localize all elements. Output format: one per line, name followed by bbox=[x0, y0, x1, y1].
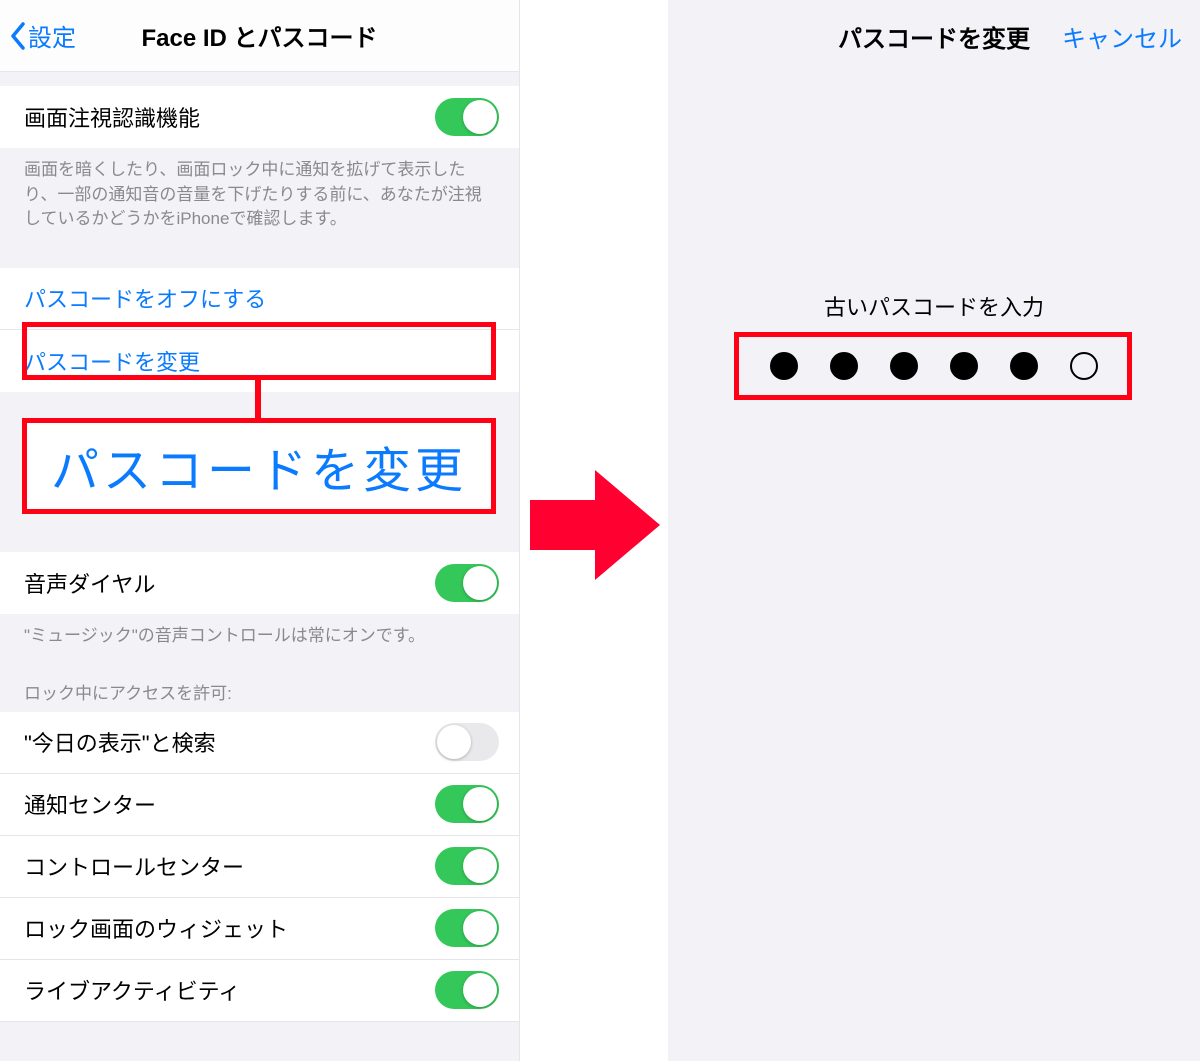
annotation-spacer bbox=[0, 392, 519, 552]
passcode-dot bbox=[950, 352, 978, 380]
voice-dial-cell[interactable]: 音声ダイヤル bbox=[0, 552, 519, 614]
lock-item-label: "今日の表示"と検索 bbox=[24, 726, 216, 758]
passcode-off-button[interactable]: パスコードをオフにする bbox=[0, 268, 519, 330]
lock-item-live-activities[interactable]: ライブアクティビティ bbox=[0, 960, 519, 1022]
page-title: Face ID とパスコード bbox=[0, 18, 519, 53]
arrow-right-icon bbox=[530, 470, 660, 580]
lock-item-label: ロック画面のウィジェット bbox=[24, 912, 288, 944]
lock-item-control-center[interactable]: コントロールセンター bbox=[0, 836, 519, 898]
settings-screen-left: 設定 Face ID とパスコード 画面注視認識機能 画面を暗くしたり、画面ロッ… bbox=[0, 0, 520, 1061]
lock-item-notification-center[interactable]: 通知センター bbox=[0, 774, 519, 836]
lock-item-label: 通知センター bbox=[24, 788, 156, 820]
passcode-dot bbox=[1010, 352, 1038, 380]
lock-item-toggle[interactable] bbox=[435, 971, 499, 1009]
passcode-dot bbox=[1070, 352, 1098, 380]
passcode-off-label: パスコードをオフにする bbox=[24, 282, 266, 314]
navbar-right: パスコードを変更 キャンセル bbox=[668, 0, 1200, 72]
navbar: 設定 Face ID とパスコード bbox=[0, 0, 519, 72]
passcode-group: パスコードをオフにする パスコードを変更 bbox=[0, 268, 519, 392]
back-label: 設定 bbox=[28, 18, 76, 53]
lock-item-label: ライブアクティビティ bbox=[24, 974, 240, 1006]
passcode-dot bbox=[890, 352, 918, 380]
lock-access-group: "今日の表示"と検索 通知センター コントロールセンター ロック画面のウィジェッ… bbox=[0, 712, 519, 1022]
chevron-left-icon bbox=[10, 22, 26, 50]
voice-dial-footer: "ミュージック"の音声コントロールは常にオンです。 bbox=[0, 614, 519, 657]
passcode-prompt: 古いパスコードを入力 bbox=[668, 290, 1200, 322]
lock-item-toggle[interactable] bbox=[435, 909, 499, 947]
passcode-dots bbox=[668, 352, 1200, 380]
passcode-dot bbox=[770, 352, 798, 380]
attention-footer: 画面を暗くしたり、画面ロック中に通知を拡げて表示したり、一部の通知音の音量を下げ… bbox=[0, 148, 519, 240]
lock-item-toggle[interactable] bbox=[435, 785, 499, 823]
lock-item-lockscreen-widgets[interactable]: ロック画面のウィジェット bbox=[0, 898, 519, 960]
cancel-label: キャンセル bbox=[1062, 26, 1182, 53]
lock-item-toggle[interactable] bbox=[435, 723, 499, 761]
lock-item-toggle[interactable] bbox=[435, 847, 499, 885]
voice-dial-toggle[interactable] bbox=[435, 564, 499, 602]
voice-dial-group: 音声ダイヤル "ミュージック"の音声コントロールは常にオンです。 bbox=[0, 552, 519, 657]
attention-toggle[interactable] bbox=[435, 98, 499, 136]
cancel-button[interactable]: キャンセル bbox=[1062, 19, 1182, 54]
attention-cell[interactable]: 画面注視認識機能 bbox=[0, 86, 519, 148]
passcode-entry-screen-right: パスコードを変更 キャンセル 古いパスコードを入力 bbox=[668, 0, 1200, 1061]
back-button[interactable]: 設定 bbox=[0, 18, 76, 53]
lock-item-label: コントロールセンター bbox=[24, 850, 244, 882]
attention-group: 画面注視認識機能 画面を暗くしたり、画面ロック中に通知を拡げて表示したり、一部の… bbox=[0, 86, 519, 240]
passcode-change-button[interactable]: パスコードを変更 bbox=[0, 330, 519, 392]
voice-dial-label: 音声ダイヤル bbox=[24, 567, 155, 599]
attention-label: 画面注視認識機能 bbox=[24, 101, 200, 133]
lock-access-header: ロック中にアクセスを許可: bbox=[0, 657, 519, 712]
passcode-dot bbox=[830, 352, 858, 380]
lock-item-today[interactable]: "今日の表示"と検索 bbox=[0, 712, 519, 774]
passcode-change-label: パスコードを変更 bbox=[24, 345, 200, 377]
